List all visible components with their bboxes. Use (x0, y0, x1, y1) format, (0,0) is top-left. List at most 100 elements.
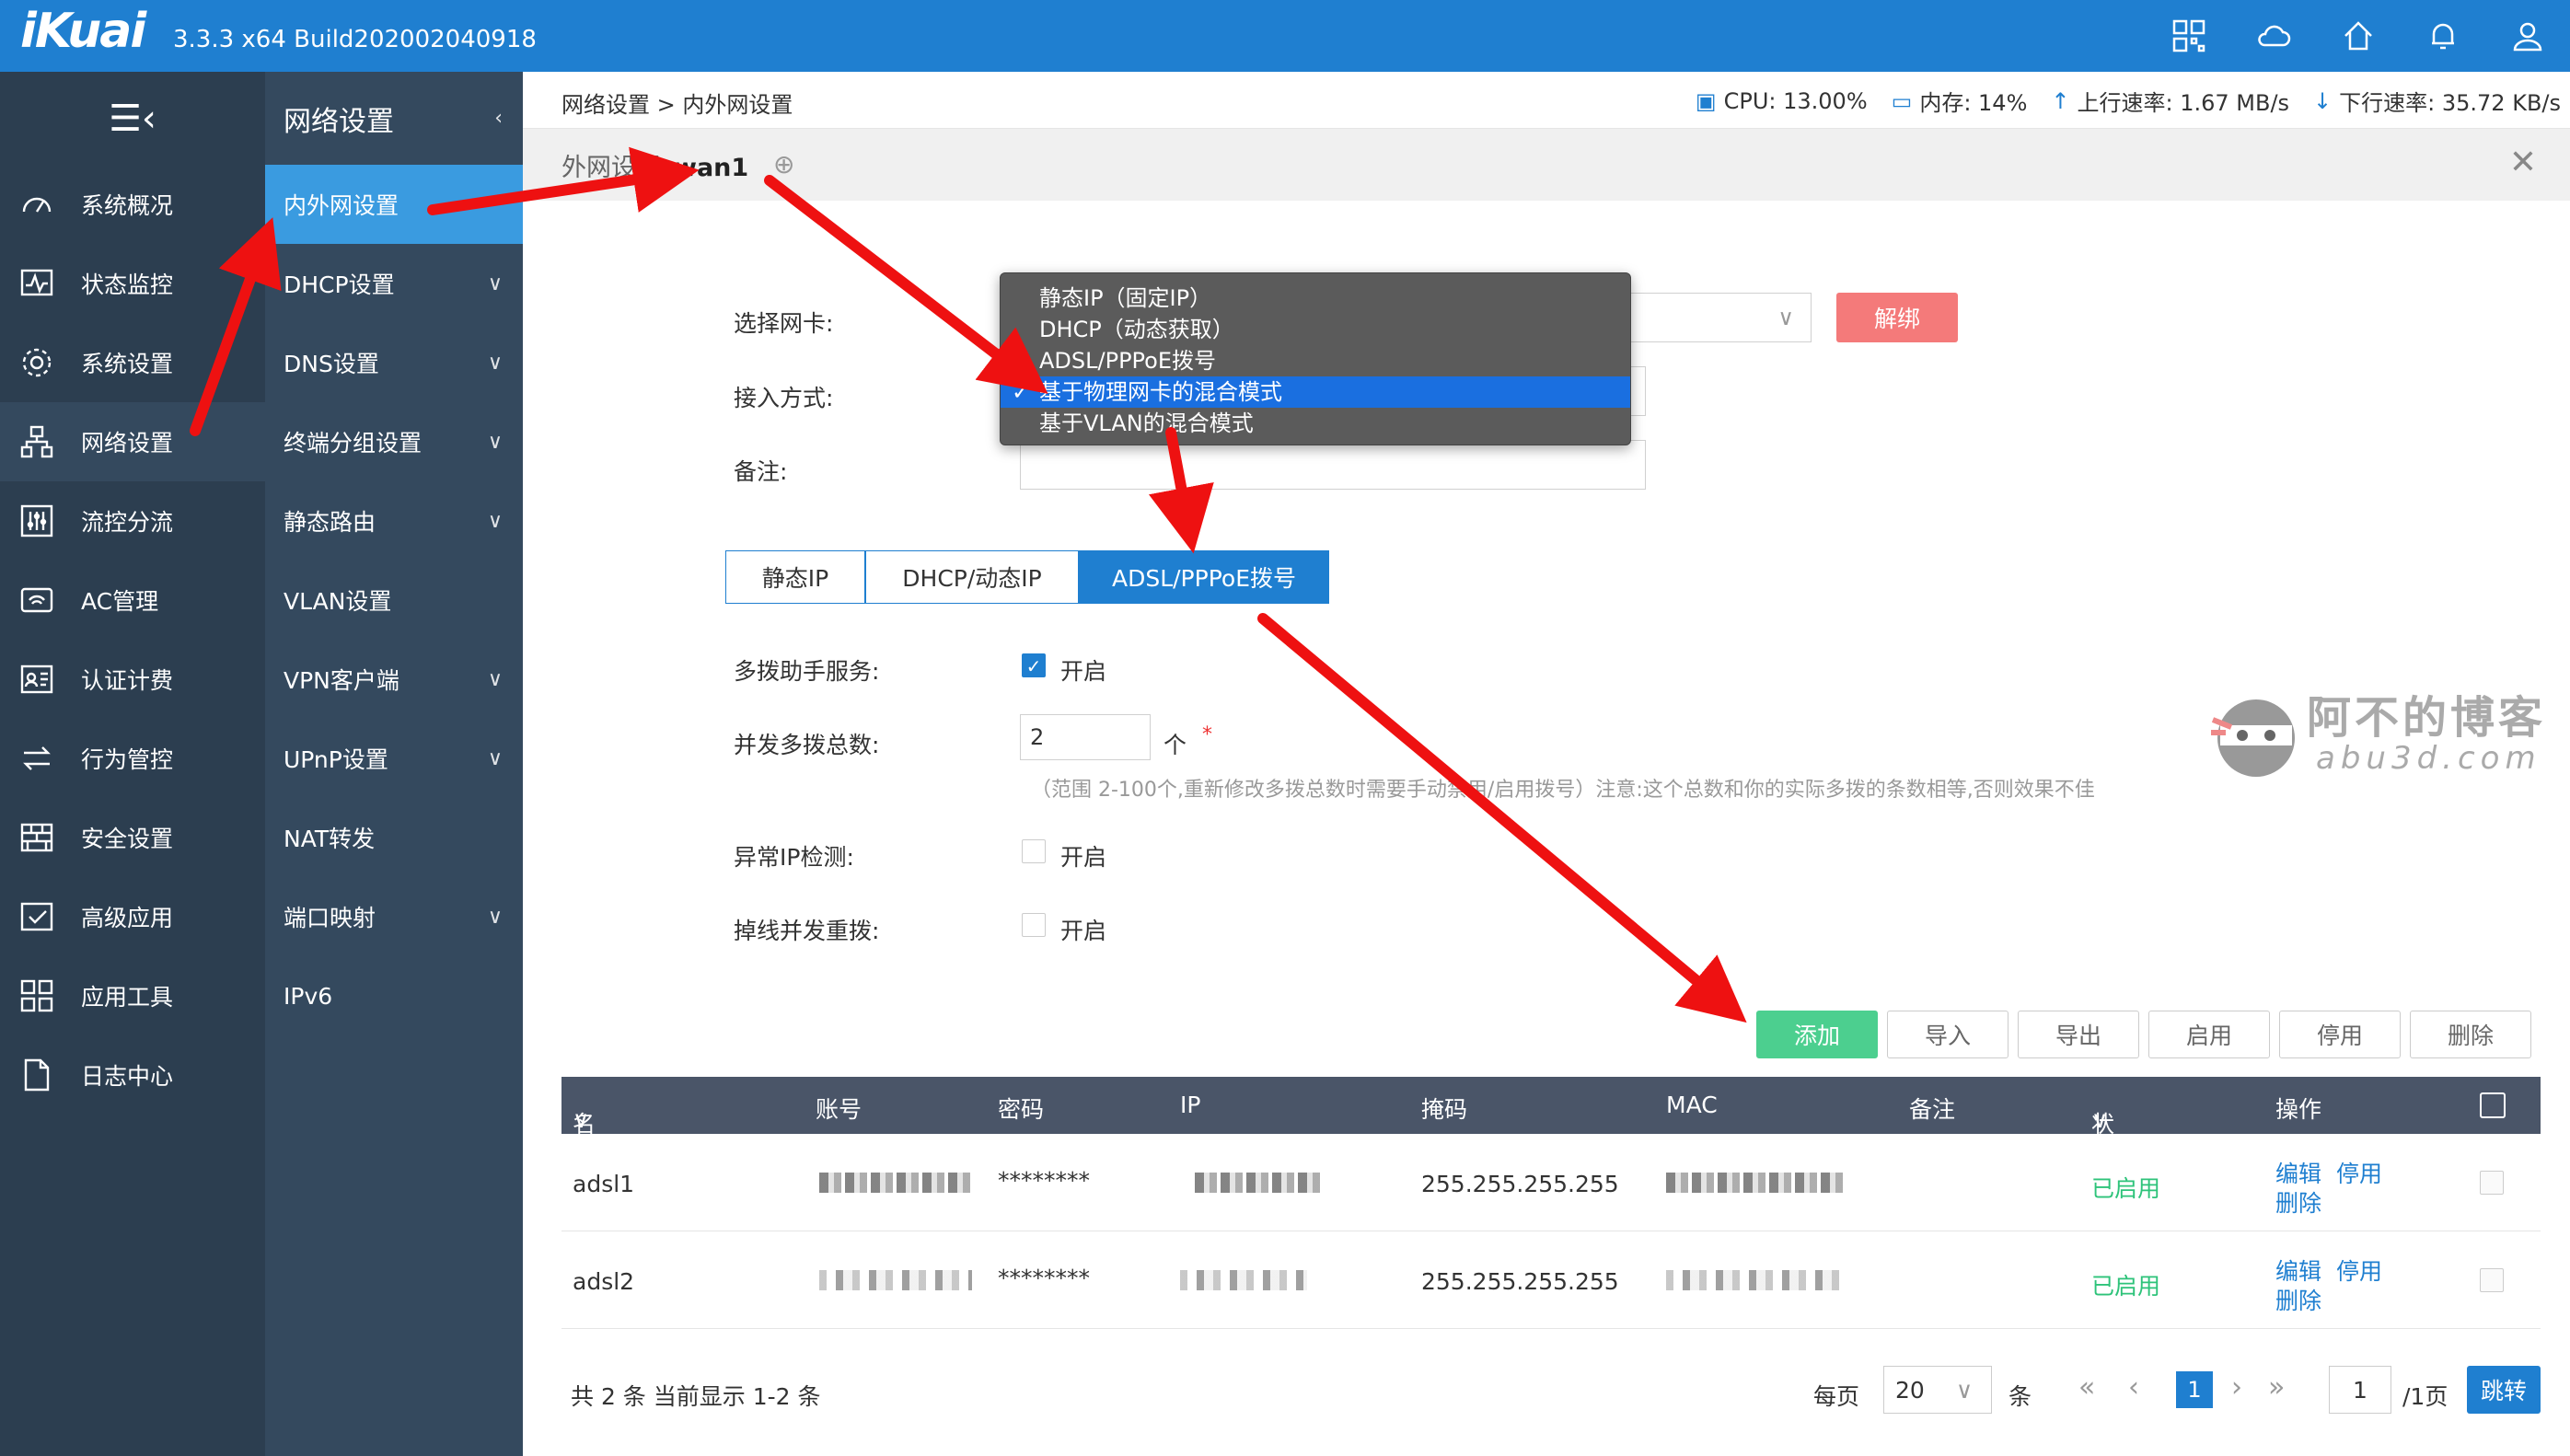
submenu-item-dns[interactable]: DNS设置 ∨ (265, 323, 523, 402)
row-checkbox[interactable] (2480, 1268, 2504, 1292)
concurrent-input[interactable]: 2 (1020, 714, 1151, 760)
abnormal-ip-checkbox[interactable] (1022, 839, 1046, 863)
next-page-icon[interactable]: › (2231, 1371, 2242, 1404)
row-checkbox[interactable] (2480, 1171, 2504, 1195)
cpu-value: CPU: 13.00% (1723, 87, 1868, 114)
sidebar-item-auth[interactable]: 认证计费 (0, 640, 265, 719)
row-edit-link[interactable]: 编辑 (2275, 1156, 2321, 1189)
page-input[interactable]: 1 (2329, 1366, 2391, 1414)
bell-icon[interactable] (2401, 0, 2485, 72)
redial-checkbox[interactable] (1022, 913, 1046, 937)
submenu-item-label: 内外网设置 (284, 192, 399, 219)
sidebar-item-tools[interactable]: 应用工具 (0, 956, 265, 1035)
jump-button[interactable]: 跳转 (2467, 1366, 2541, 1414)
top-icon-group (2147, 0, 2570, 72)
note-input[interactable] (1020, 440, 1646, 490)
row-edit-link[interactable]: 编辑 (2275, 1254, 2321, 1287)
submenu-item-terminal-group[interactable]: 终端分组设置 ∨ (265, 402, 523, 481)
chevron-down-icon: ∨ (1955, 1376, 1974, 1404)
abnormal-ip-value: 开启 (1060, 844, 1107, 871)
prev-page-icon[interactable]: ‹ (2128, 1371, 2139, 1404)
disable-button[interactable]: 停用 (2279, 1011, 2401, 1058)
access-option-static[interactable]: 静态IP（固定IP） (1001, 283, 1630, 314)
row-disable-link[interactable]: 停用 (2336, 1156, 2382, 1189)
nic-label: 选择网卡: (734, 310, 834, 337)
top-bar: iKuai 3.3.3 x64 Build202002040918 (0, 0, 2570, 72)
current-page-button[interactable]: 1 (2176, 1371, 2213, 1408)
wan-name: wan1 (674, 154, 749, 182)
access-option-vlan-mixed[interactable]: 基于VLAN的混合模式 (1001, 408, 1630, 439)
access-mode-label: 接入方式: (734, 385, 834, 411)
tab-dhcp[interactable]: DHCP/动态IP (865, 550, 1079, 604)
last-page-icon[interactable]: » (2268, 1371, 2285, 1404)
collapse-chevron-icon[interactable]: ‹ (494, 107, 503, 130)
access-option-physical-mixed[interactable]: ✓ 基于物理网卡的混合模式 (1001, 376, 1630, 408)
submenu-item-nat[interactable]: NAT转发 (265, 798, 523, 877)
enable-button[interactable]: 启用 (2148, 1011, 2270, 1058)
table-row: adsl2 ******** 255.255.255.255 已启用 编辑 停用… (561, 1231, 2541, 1329)
import-button[interactable]: 导入 (1887, 1011, 2009, 1058)
sidebar-item-label: 系统设置 (81, 351, 174, 377)
firewall-icon (17, 817, 57, 858)
sidebar-item-logs[interactable]: 日志中心 (0, 1035, 265, 1115)
select-all-checkbox[interactable] (2480, 1092, 2506, 1118)
access-option-dhcp[interactable]: DHCP（动态获取） (1001, 314, 1630, 345)
sidebar-item-advanced[interactable]: 高级应用 (0, 877, 265, 956)
concurrent-unit: 个 (1163, 732, 1187, 758)
cloud-icon[interactable] (2231, 0, 2316, 72)
multi-dial-checkbox[interactable]: ✓ (1022, 653, 1046, 677)
submenu-item-static-route[interactable]: 静态路由 ∨ (265, 481, 523, 560)
sidebar-item-label: 系统概况 (81, 192, 174, 219)
sidebar-item-traffic[interactable]: 流控分流 (0, 481, 265, 560)
submenu-sidebar: 网络设置 ‹ 内外网设置 DHCP设置 ∨ DNS设置 ∨ 终端分组设置 ∨ 静态路由… (265, 72, 523, 1456)
sidebar-item-label: 日志中心 (81, 1063, 174, 1090)
submenu-item-label: DHCP设置 (284, 272, 395, 298)
submenu-item-dhcp[interactable]: DHCP设置 ∨ (265, 244, 523, 323)
submenu-item-vpn-client[interactable]: VPN客户端 ∨ (265, 640, 523, 719)
logo: iKuai (20, 4, 146, 59)
submenu-item-upnp[interactable]: UPnP设置 ∨ (265, 719, 523, 798)
export-button[interactable]: 导出 (2018, 1011, 2139, 1058)
row-status: 已启用 (2091, 1175, 2161, 1202)
row-status: 已启用 (2091, 1273, 2161, 1300)
access-option-pppoe[interactable]: ADSL/PPPoE拨号 (1001, 345, 1630, 376)
col-mac: MAC (1666, 1092, 1718, 1118)
chevron-down-icon: ∨ (487, 746, 503, 770)
annotation-arrow (764, 175, 1048, 394)
sidebar-item-security[interactable]: 安全设置 (0, 798, 265, 877)
add-button[interactable]: 添加 (1756, 1011, 1878, 1058)
grid-icon[interactable] (2147, 0, 2231, 72)
submenu-item-label: VLAN设置 (284, 588, 392, 615)
submenu-item-port-mapping[interactable]: 端口映射 ∨ (265, 877, 523, 956)
check-box-icon (17, 896, 57, 937)
close-icon[interactable]: ✕ (2509, 144, 2537, 181)
delete-button[interactable]: 删除 (2410, 1011, 2531, 1058)
row-disable-link[interactable]: 停用 (2336, 1254, 2382, 1287)
add-wan-icon[interactable]: ⊕ (773, 149, 794, 179)
sidebar-item-network[interactable]: 网络设置 (0, 402, 265, 481)
row-delete-link[interactable]: 删除 (2275, 1185, 2321, 1219)
table-header: 名称 ∨ 账号 密码 IP 掩码 MAC 备注 状态 ∨ 操作 (561, 1077, 2541, 1171)
user-icon[interactable] (2485, 0, 2570, 72)
home-icon[interactable] (2316, 0, 2401, 72)
submenu-title: 网络设置 (284, 105, 394, 138)
download-value: 下行速率: 35.72 KB/s (2339, 90, 2561, 116)
row-name: adsl2 (573, 1268, 635, 1295)
per-page-select[interactable]: 20 ∨ (1883, 1366, 1992, 1414)
tab-pppoe[interactable]: ADSL/PPPoE拨号 (1079, 550, 1329, 604)
sidebar-item-monitor[interactable]: 状态监控 (0, 244, 265, 323)
tab-static-ip[interactable]: 静态IP (725, 550, 865, 604)
menu-toggle-icon[interactable]: ☰‹ (0, 72, 265, 165)
sidebar-item-overview[interactable]: 系统概况 (0, 165, 265, 244)
submenu-item-ipv6[interactable]: IPv6 (265, 956, 523, 1035)
unbind-button[interactable]: 解绑 (1836, 293, 1958, 342)
sidebar-item-system[interactable]: 系统设置 (0, 323, 265, 402)
row-delete-link[interactable]: 删除 (2275, 1283, 2321, 1316)
first-page-icon[interactable]: « (2078, 1371, 2095, 1404)
sidebar-item-behavior[interactable]: 行为管控 (0, 719, 265, 798)
sidebar-item-ac[interactable]: AC管理 (0, 560, 265, 640)
blog-watermark: 阿不的博客 abu3d.com (2205, 681, 2570, 782)
submenu-item-vlan[interactable]: VLAN设置 (265, 560, 523, 640)
watermark-title: 阿不的博客 (2307, 692, 2547, 744)
submenu-item-wan-lan[interactable]: 内外网设置 (265, 165, 523, 244)
